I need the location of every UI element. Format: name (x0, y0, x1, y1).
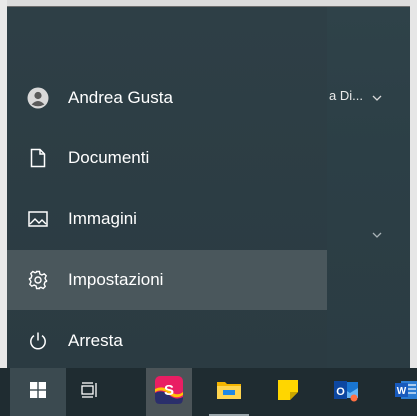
windows-logo-icon (30, 381, 46, 403)
nav-item-user-label: Andrea Gusta (68, 88, 173, 107)
sticky-notes-icon (276, 378, 300, 407)
slack-icon-letter: S (164, 382, 174, 399)
power-icon (27, 330, 49, 352)
tile-group-label[interactable]: a Di... (329, 88, 363, 103)
gear-icon (27, 269, 49, 291)
window-frame-right (410, 0, 417, 368)
task-view-button[interactable] (66, 368, 114, 416)
word-app[interactable]: W (380, 368, 417, 416)
outlook-icon-letter: O (336, 386, 345, 398)
outlook-app[interactable]: O (322, 368, 370, 416)
word-icon-letter: W (397, 386, 407, 397)
nav-item-pictures-label: Immagini (68, 209, 137, 228)
window-frame-left (0, 0, 7, 368)
nav-item-user[interactable]: Andrea Gusta (7, 68, 327, 128)
task-view-icon (81, 381, 99, 403)
nav-item-power[interactable]: Arresta (7, 311, 327, 371)
slack-icon: S (154, 375, 184, 410)
chevron-down-icon[interactable] (372, 89, 382, 101)
word-icon: W (394, 378, 417, 407)
file-explorer-app[interactable] (205, 368, 253, 416)
nav-item-settings-label: Impostazioni (68, 270, 164, 289)
document-icon (27, 147, 49, 169)
nav-item-power-label: Arresta (68, 331, 123, 350)
nav-item-settings[interactable]: Impostazioni (7, 250, 327, 310)
user-avatar-icon (27, 87, 49, 109)
start-menu-nav-pane: Andrea Gusta Documenti Immagini Impostaz… (7, 7, 327, 368)
nav-item-pictures[interactable]: Immagini (7, 189, 327, 249)
sticky-notes-app[interactable] (264, 368, 312, 416)
pictures-icon (27, 208, 49, 230)
nav-item-documents-label: Documenti (68, 148, 150, 167)
start-menu-tile-area (327, 7, 410, 368)
nav-item-documents[interactable]: Documenti (7, 128, 327, 188)
taskbar: S O W (0, 368, 417, 416)
start-button[interactable] (10, 368, 66, 416)
folder-icon (216, 379, 242, 406)
outlook-icon: O (333, 378, 359, 407)
chevron-down-icon[interactable] (372, 226, 382, 238)
slack-app[interactable]: S (146, 368, 192, 416)
